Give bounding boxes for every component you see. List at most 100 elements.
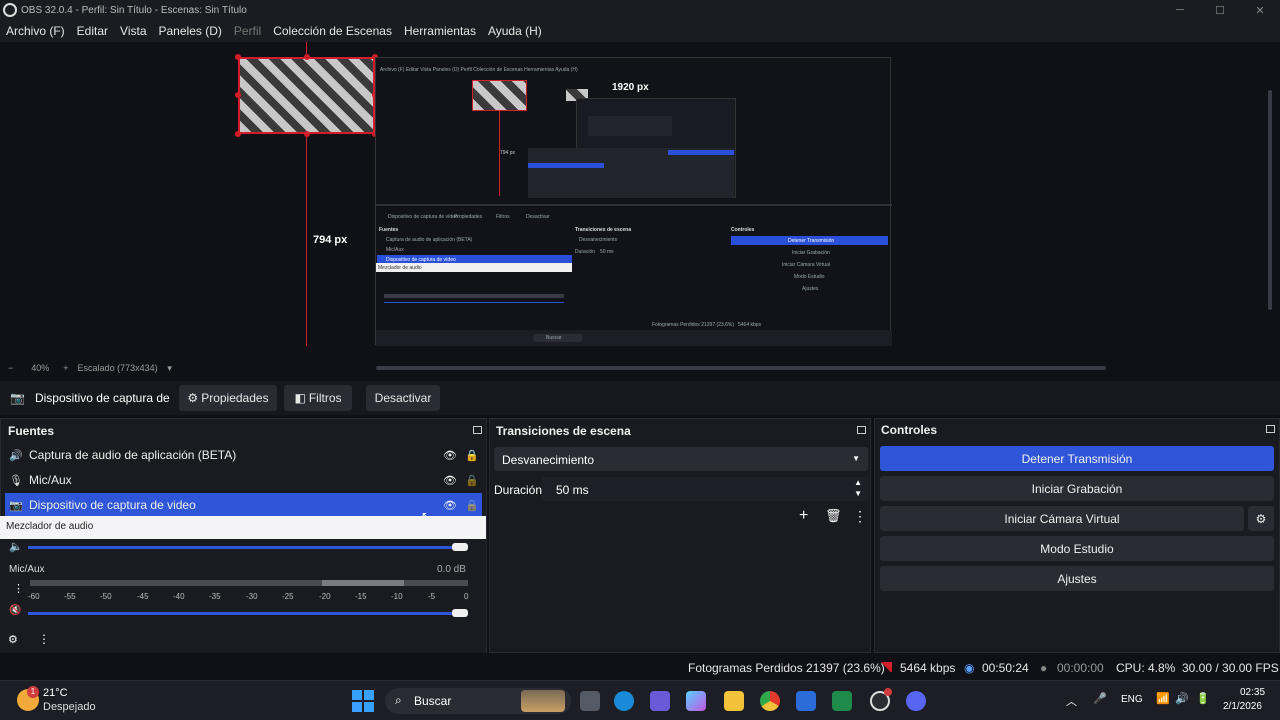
copilot-icon[interactable]: [686, 691, 706, 711]
chevron-down-icon: ▼: [852, 454, 860, 463]
source-name: Dispositivo de captura de v: [34, 391, 171, 405]
add-icon[interactable]: +: [799, 507, 808, 525]
menu-herramientas[interactable]: Herramientas: [404, 24, 476, 38]
lock-icon[interactable]: 🔒: [465, 474, 479, 487]
microphone-icon[interactable]: 🎤: [1093, 692, 1107, 705]
kebab-icon[interactable]: ⋮: [853, 508, 867, 525]
mute-icon[interactable]: 🔇: [9, 605, 21, 616]
eye-icon[interactable]: 👁: [443, 449, 457, 462]
task-view-icon[interactable]: [580, 691, 600, 711]
language-indicator[interactable]: ENG: [1121, 694, 1143, 705]
guide-line: [306, 42, 307, 57]
stop-stream-button[interactable]: Detener Transmisión: [880, 446, 1274, 471]
start-recording-button[interactable]: Iniciar Grabación: [880, 476, 1274, 501]
slider-handle[interactable]: [452, 543, 468, 551]
transition-select[interactable]: Desvanecimiento ▼: [494, 447, 868, 471]
filters-button[interactable]: ◧ Filtros: [284, 385, 352, 411]
resize-handle[interactable]: [304, 54, 310, 60]
transitions-dock: Transiciones de escena Desvanecimiento ▼…: [489, 418, 871, 653]
weather-temp: 21°C: [43, 687, 68, 699]
hatched-source-box[interactable]: [238, 57, 375, 134]
discord-icon[interactable]: [906, 691, 926, 711]
file-explorer-icon[interactable]: [724, 691, 744, 711]
lock-icon[interactable]: 🔒: [465, 449, 479, 462]
kebab-icon[interactable]: ⋮: [38, 632, 50, 646]
menu-vista[interactable]: Vista: [120, 24, 146, 38]
gear-icon[interactable]: ⚙: [8, 633, 18, 646]
obs-logo-icon: [3, 3, 17, 17]
scale-dropdown[interactable]: Escalado (773x434): [78, 363, 158, 373]
volume-icon[interactable]: 🔊: [1175, 692, 1189, 705]
eye-icon[interactable]: 👁: [443, 474, 457, 487]
clock-time[interactable]: 02:35: [1240, 687, 1265, 698]
word-icon[interactable]: [796, 691, 816, 711]
studio-mode-button[interactable]: Modo Estudio: [880, 536, 1274, 561]
menu-perfil[interactable]: Perfil: [234, 24, 261, 38]
menu-ayuda[interactable]: Ayuda (H): [488, 24, 542, 38]
zoom-in-button[interactable]: +: [63, 363, 68, 373]
menu-paneles[interactable]: Paneles (D): [159, 24, 222, 38]
vcam-settings-button[interactable]: ⚙: [1248, 506, 1274, 531]
battery-icon[interactable]: 🔋: [1196, 692, 1210, 705]
resize-handle[interactable]: [235, 54, 241, 60]
vertical-scrollbar[interactable]: [1268, 90, 1272, 310]
camera-icon: 📷: [9, 499, 23, 512]
dropped-frames: Fotogramas Perdidos 21397 (23.6%): [688, 661, 885, 675]
resize-handle[interactable]: [235, 92, 241, 98]
mic-icon: 🎙: [9, 474, 23, 487]
deactivate-button[interactable]: Desactivar: [366, 385, 440, 411]
kebab-icon[interactable]: ⋮: [13, 582, 24, 595]
source-item[interactable]: 🎙 Mic/Aux 👁 🔒: [5, 468, 482, 492]
horizontal-scrollbar[interactable]: [376, 366, 1106, 370]
meter-scale: -60 -55 -50 -45 -40 -35 -30 -25 -20 -15 -10 -5 0: [28, 592, 469, 601]
teams-icon[interactable]: [650, 691, 670, 711]
resize-handle[interactable]: [235, 131, 241, 137]
stream-time: 00:50:24: [982, 661, 1029, 675]
window-title: OBS 32.0.4 - Perfil: Sin Título - Escena…: [21, 4, 247, 16]
spin-down-icon: ▼: [854, 489, 862, 498]
zoom-out-button[interactable]: −: [8, 363, 13, 373]
menu-bar: Archivo (F) Editar Vista Paneles (D) Per…: [0, 20, 1280, 42]
minimize-icon[interactable]: ─: [1160, 0, 1200, 20]
stream-icon: ◉: [964, 661, 975, 675]
volume-icon[interactable]: 🔈: [9, 540, 23, 553]
settings-button[interactable]: Ajustes: [880, 566, 1274, 591]
spin-up-icon: ▲: [854, 478, 862, 487]
resize-handle[interactable]: [304, 131, 310, 137]
windows-start-icon[interactable]: [352, 690, 374, 712]
start-vcam-button[interactable]: Iniciar Cámara Virtual: [880, 506, 1244, 531]
menu-archivo[interactable]: Archivo (F): [6, 24, 65, 38]
undock-icon[interactable]: [473, 426, 482, 434]
volume-slider[interactable]: [28, 546, 468, 549]
camera-icon: 📷: [10, 391, 25, 405]
chevron-up-icon[interactable]: ︿: [1066, 693, 1077, 709]
search-icon: ⌕: [395, 693, 402, 707]
mixer-body: 🔈 Mic/Aux 0.0 dB -60 -55 -50 -45 -40 -35 -30 -2…: [0, 539, 486, 653]
trash-icon[interactable]: 🗑: [825, 508, 842, 524]
chevron-down-icon[interactable]: ▼: [166, 364, 174, 373]
source-item[interactable]: 🔊 Captura de audio de aplicación (BETA) …: [5, 443, 482, 467]
excel-icon[interactable]: [832, 691, 852, 711]
properties-button[interactable]: ⚙ Propiedades: [179, 385, 277, 411]
maximize-icon[interactable]: ☐: [1200, 0, 1240, 20]
source-item-selected[interactable]: 📷 Dispositivo de captura de video 👁 🔒: [5, 493, 482, 517]
undock-icon[interactable]: [1266, 425, 1275, 433]
mic-slider[interactable]: [28, 612, 468, 615]
clock-date[interactable]: 2/1/2026: [1223, 701, 1262, 712]
close-icon[interactable]: ✕: [1240, 0, 1280, 20]
zoom-value: 40%: [31, 363, 50, 373]
edge-icon[interactable]: [614, 691, 634, 711]
menu-coleccion[interactable]: Colección de Escenas: [273, 24, 392, 38]
lock-icon[interactable]: 🔒: [465, 499, 479, 512]
mixer-header[interactable]: Mezclador de audio: [0, 516, 486, 539]
search-box[interactable]: ⌕ Buscar: [385, 688, 571, 714]
duration-spinbox[interactable]: 50 ms ▲ ▼: [542, 477, 868, 501]
wifi-icon[interactable]: 📶: [1156, 692, 1170, 705]
undock-icon[interactable]: [857, 426, 866, 434]
eye-icon[interactable]: 👁: [443, 499, 457, 512]
db-value: 0.0 dB: [437, 564, 466, 575]
menu-editar[interactable]: Editar: [77, 24, 108, 38]
slider-handle[interactable]: [452, 609, 468, 617]
status-bar: Fotogramas Perdidos 21397 (23.6%) 5464 k…: [0, 655, 1280, 679]
chrome-icon[interactable]: [760, 691, 780, 711]
